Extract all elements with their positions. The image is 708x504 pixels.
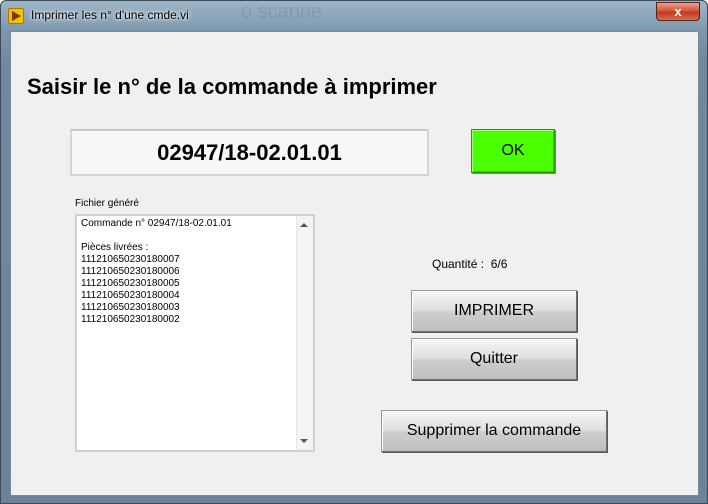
ok-button[interactable]: OK <box>471 129 555 173</box>
vertical-scrollbar[interactable] <box>296 216 313 450</box>
close-button[interactable]: x <box>656 2 700 21</box>
quantity-label: Quantité : <box>432 257 485 271</box>
labview-vi-icon <box>8 8 24 24</box>
generated-file-label: Fichier généré <box>75 198 139 209</box>
page-title: Saisir le n° de la commande à imprimer <box>27 74 437 99</box>
title-bar[interactable]: o scanne Imprimer les n° d'une cmde.vi x <box>1 1 707 31</box>
file-line: 111210650230180002 <box>81 314 180 325</box>
app-window: o scanne Imprimer les n° d'une cmde.vi x… <box>0 0 708 504</box>
scroll-down-arrow-icon[interactable] <box>300 439 308 443</box>
file-line: 111210650230180006 <box>81 266 180 277</box>
file-line: 111210650230180007 <box>81 254 180 265</box>
order-number-input[interactable]: 02947/18-02.01.01 <box>70 129 429 176</box>
file-line: 111210650230180005 <box>81 278 180 289</box>
file-line: Commande n° 02947/18-02.01.01 <box>81 218 232 229</box>
file-line: 111210650230180003 <box>81 302 180 313</box>
generated-file-textbox[interactable]: Commande n° 02947/18-02.01.01 Pièces livr… <box>75 214 315 452</box>
quit-button[interactable]: Quitter <box>411 338 577 380</box>
file-line: Pièces livrées : <box>81 242 149 253</box>
background-window-title: o scanne <box>241 1 323 23</box>
vi-front-panel: Saisir le n° de la commande à imprimer 0… <box>10 31 699 496</box>
quantity-indicator: Quantité : 6/6 <box>432 257 507 271</box>
file-line <box>81 230 295 242</box>
generated-file-content: Commande n° 02947/18-02.01.01 Pièces livr… <box>81 218 295 326</box>
scroll-up-arrow-icon[interactable] <box>300 223 308 227</box>
file-line: 111210650230180004 <box>81 290 180 301</box>
window-title: Imprimer les n° d'une cmde.vi <box>31 8 189 22</box>
quantity-value: 6/6 <box>490 257 508 271</box>
delete-order-button[interactable]: Supprimer la commande <box>381 410 607 452</box>
print-button[interactable]: IMPRIMER <box>411 290 577 332</box>
close-icon: x <box>674 4 682 19</box>
